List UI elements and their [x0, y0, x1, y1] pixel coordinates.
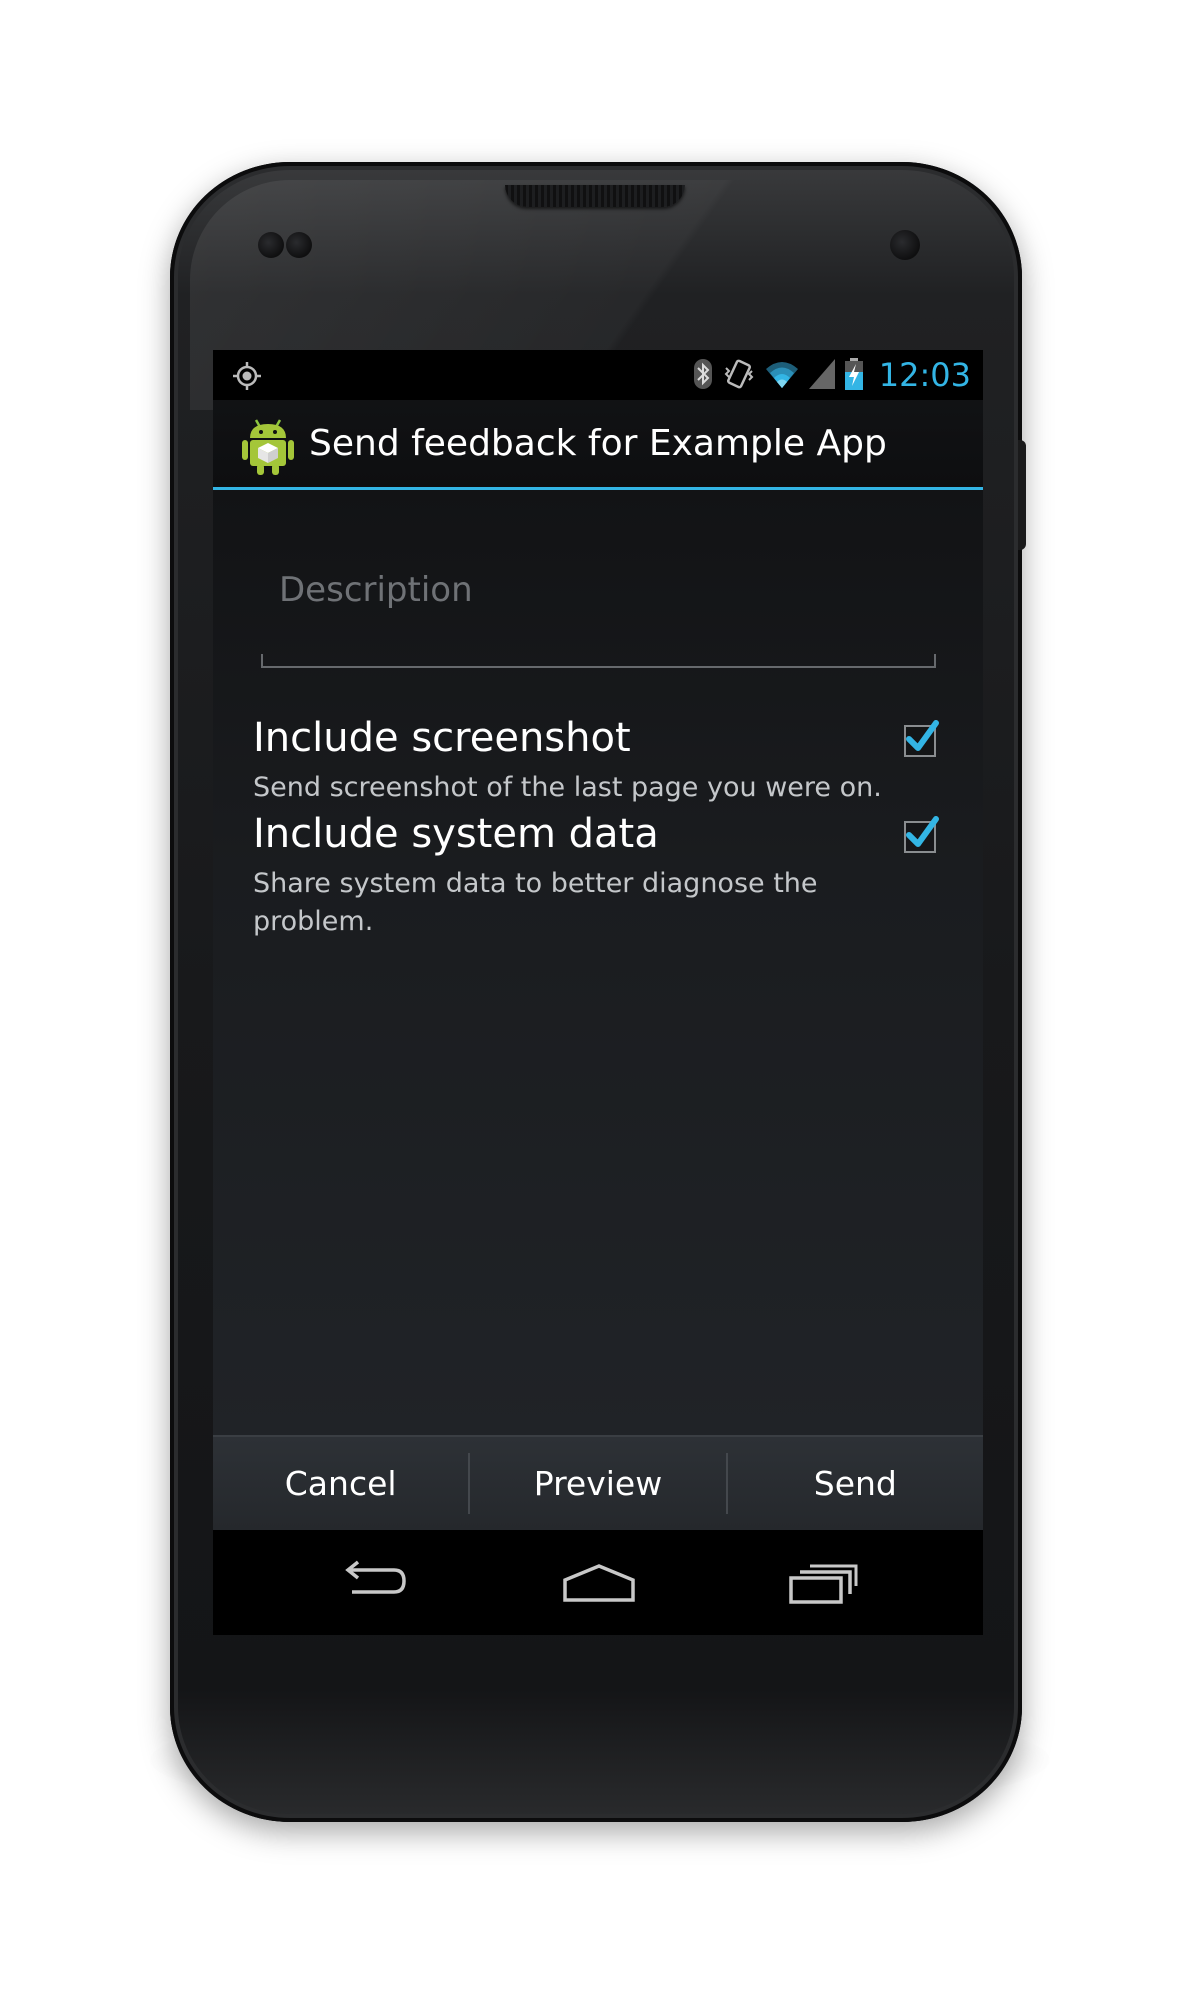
description-input[interactable] — [261, 555, 936, 625]
include-system-data-checkbox[interactable] — [904, 816, 939, 853]
earpiece-speaker — [505, 185, 685, 207]
dialog-button-bar: Cancel Preview Send — [213, 1435, 983, 1530]
light-sensor — [286, 232, 312, 258]
cancel-button[interactable]: Cancel — [213, 1437, 468, 1530]
status-bar: 12:03 — [213, 350, 983, 400]
back-icon[interactable] — [338, 1560, 408, 1610]
description-field-wrap — [261, 555, 936, 675]
pref-title: Include screenshot — [253, 715, 631, 761]
screen: 12:03 Send feedback for Example App Desc… — [213, 350, 983, 1635]
description-underline — [261, 654, 936, 668]
vibrate-icon — [723, 358, 755, 394]
bluetooth-icon — [693, 358, 713, 394]
status-clock: 12:03 — [878, 356, 971, 394]
action-bar-title: Send feedback for Example App — [309, 423, 887, 464]
signal-icon — [809, 359, 835, 393]
pref-summary: Send screenshot of the last page you wer… — [253, 772, 882, 803]
gps-icon — [231, 360, 263, 392]
feedback-form: Include screenshot Send screenshot of th… — [213, 490, 983, 1435]
wifi-icon — [765, 359, 799, 393]
status-icons — [693, 358, 863, 394]
preview-button[interactable]: Preview — [470, 1437, 725, 1530]
send-button[interactable]: Send — [728, 1437, 983, 1530]
pref-include-screenshot[interactable]: Include screenshot Send screenshot of th… — [253, 715, 953, 815]
checkmark-icon — [906, 720, 939, 751]
home-icon[interactable] — [561, 1560, 637, 1610]
power-button — [1018, 440, 1026, 550]
pref-summary: Share system data to better diagnose the… — [253, 868, 818, 937]
front-camera — [890, 230, 920, 260]
action-bar: Send feedback for Example App — [213, 400, 983, 490]
pref-include-system-data[interactable]: Include system data Share system data to… — [253, 811, 953, 941]
battery-charging-icon — [845, 358, 863, 394]
navigation-bar — [213, 1530, 983, 1635]
pref-title: Include system data — [253, 811, 659, 857]
stage: 12:03 Send feedback for Example App Desc… — [0, 0, 1195, 1994]
include-screenshot-checkbox[interactable] — [904, 720, 939, 757]
android-app-icon[interactable] — [240, 416, 296, 476]
recent-apps-icon[interactable] — [788, 1560, 860, 1610]
checkmark-icon — [906, 816, 939, 847]
proximity-sensor — [258, 232, 284, 258]
